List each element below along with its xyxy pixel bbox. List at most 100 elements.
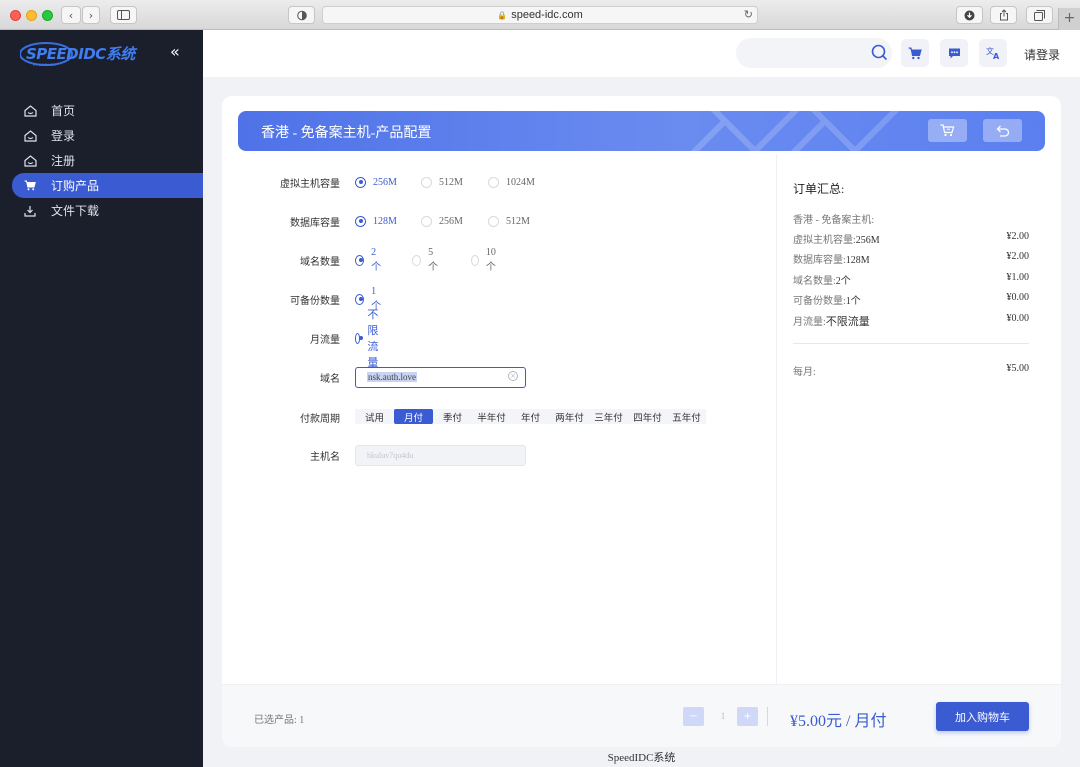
- speedidc-logo[interactable]: SPEEDIDC系统 S P E E D I D C: [20, 39, 142, 69]
- sidebar-item-login[interactable]: 登录: [12, 123, 203, 148]
- field-label: 数据库容量: [290, 217, 340, 229]
- language-button[interactable]: 文A: [979, 39, 1007, 67]
- privacy-button[interactable]: [288, 6, 315, 24]
- back-button[interactable]: ‹: [61, 6, 81, 24]
- radio[interactable]: [471, 254, 479, 266]
- order-summary: 订单汇总: 香港 - 免备案主机: 虚拟主机容量:256M ¥2.00 数据库容…: [793, 180, 1029, 378]
- sidebar-item-register[interactable]: 注册: [12, 148, 203, 173]
- chat-icon: [948, 48, 960, 58]
- messages-button[interactable]: [940, 39, 968, 67]
- top-header: 文A 请登录: [203, 30, 1080, 77]
- option-traffic-unlimited[interactable]: 不限流量: [355, 306, 384, 370]
- add-to-cart-button[interactable]: 加入购物车: [936, 702, 1029, 731]
- option-domains-2[interactable]: 2个: [355, 247, 383, 273]
- option-label: 256M: [439, 215, 463, 227]
- close-window-button[interactable]: [10, 10, 21, 21]
- line-value: 128M: [845, 255, 870, 266]
- summary-line: 月流量:不限流量 ¥0.00: [793, 313, 1029, 329]
- period-label: 每月:: [793, 367, 816, 378]
- radio[interactable]: [488, 215, 499, 227]
- quantity-increase-button[interactable]: +: [737, 707, 758, 726]
- cycle-trial[interactable]: 试用: [355, 409, 394, 424]
- sidebar-item-label: 文件下载: [51, 204, 100, 218]
- line-value: 1个: [845, 296, 861, 307]
- new-tab-button[interactable]: +: [1058, 8, 1080, 30]
- cycle-annual[interactable]: 年付: [511, 409, 550, 424]
- home-icon: [23, 129, 37, 143]
- view-cart-button[interactable]: [928, 119, 967, 142]
- radio-checked[interactable]: [355, 176, 366, 188]
- cycle-biennial[interactable]: 两年付: [550, 409, 589, 424]
- radio[interactable]: [421, 215, 432, 227]
- radio-checked[interactable]: [355, 332, 364, 344]
- option-domains-10[interactable]: 10个: [471, 247, 499, 273]
- tabs-overview-button[interactable]: [1026, 6, 1053, 24]
- domain-field[interactable]: nsk.auth.love ×: [355, 367, 526, 388]
- cycle-four-years[interactable]: 四年付: [628, 409, 667, 424]
- return-icon: [996, 125, 1009, 137]
- radio[interactable]: [421, 176, 432, 188]
- cycle-five-years[interactable]: 五年付: [667, 409, 706, 424]
- tabs-icon: [1034, 9, 1045, 21]
- radio-checked[interactable]: [355, 293, 365, 305]
- field-label: 主机名: [310, 451, 340, 463]
- option-vhost-1024m[interactable]: 1024M: [488, 176, 535, 188]
- option-label: 256M: [373, 176, 397, 188]
- back-return-button[interactable]: [983, 119, 1022, 142]
- cycle-semiannual[interactable]: 半年付: [472, 409, 511, 424]
- hostname-placeholder: hkuluv7qu4du: [367, 451, 414, 460]
- search-icon[interactable]: [871, 44, 888, 66]
- domain-value[interactable]: nsk.auth.love: [367, 372, 417, 382]
- line-name: 域名数量:: [793, 276, 836, 287]
- radio-checked[interactable]: [355, 215, 366, 227]
- zoom-window-button[interactable]: [42, 10, 53, 21]
- footer-divider: [767, 707, 768, 726]
- collapse-sidebar-button[interactable]: «: [170, 42, 180, 61]
- sidebar-item-home[interactable]: 首页: [12, 98, 203, 123]
- cycle-triennial[interactable]: 三年付: [589, 409, 628, 424]
- download-circle-icon: [964, 10, 975, 20]
- forward-button[interactable]: ›: [82, 6, 100, 24]
- field-label: 付款周期: [300, 413, 340, 425]
- option-label: 不限流量: [367, 309, 379, 369]
- clear-icon[interactable]: ×: [508, 371, 518, 381]
- line-name: 月流量:: [793, 317, 826, 328]
- option-db-256m[interactable]: 256M: [421, 215, 463, 227]
- option-domains-5[interactable]: 5个: [412, 247, 440, 273]
- shield-icon: [296, 10, 307, 20]
- share-button[interactable]: [990, 6, 1017, 24]
- sidebar-item-downloads[interactable]: 文件下载: [12, 198, 203, 223]
- cart-button[interactable]: [901, 39, 929, 67]
- option-label: 10个: [485, 247, 496, 273]
- minimize-window-button[interactable]: [26, 10, 37, 21]
- quantity-decrease-button[interactable]: −: [683, 707, 704, 726]
- radio-checked[interactable]: [355, 254, 365, 266]
- option-db-512m[interactable]: 512M: [488, 215, 530, 227]
- line-value: 256M: [855, 235, 880, 246]
- sidebar-toggle-button[interactable]: [110, 6, 137, 24]
- quantity-value[interactable]: 1: [709, 707, 737, 726]
- radio[interactable]: [488, 176, 499, 188]
- cart-icon: [23, 179, 37, 193]
- summary-line: 数据库容量:128M ¥2.00: [793, 251, 1029, 266]
- sidebar-item-order-products[interactable]: 订购产品: [12, 173, 203, 198]
- option-vhost-512m[interactable]: 512M: [421, 176, 463, 188]
- cycle-quarterly[interactable]: 季付: [433, 409, 472, 424]
- sidebar-icon: [117, 10, 130, 20]
- total-price: ¥5.00元 / 月付: [790, 713, 887, 730]
- address-bar[interactable]: 🔒 speed-idc.com ↻: [322, 6, 758, 24]
- reload-icon[interactable]: ↻: [744, 8, 753, 21]
- option-db-128m[interactable]: 128M: [355, 215, 397, 227]
- search-input[interactable]: [736, 38, 892, 68]
- login-link[interactable]: 请登录: [1024, 46, 1060, 63]
- field-label: 域名: [320, 373, 340, 385]
- radio[interactable]: [412, 254, 422, 266]
- line-value: 2个: [835, 276, 851, 287]
- line-name: 数据库容量:: [793, 255, 846, 266]
- option-vhost-256m[interactable]: 256M: [355, 176, 397, 188]
- hostname-field[interactable]: hkuluv7qu4du: [355, 445, 526, 466]
- line-price: ¥0.00: [1006, 313, 1030, 324]
- summary-title: 订单汇总:: [793, 182, 845, 196]
- downloads-button[interactable]: [956, 6, 983, 24]
- cycle-monthly[interactable]: 月付: [394, 409, 433, 424]
